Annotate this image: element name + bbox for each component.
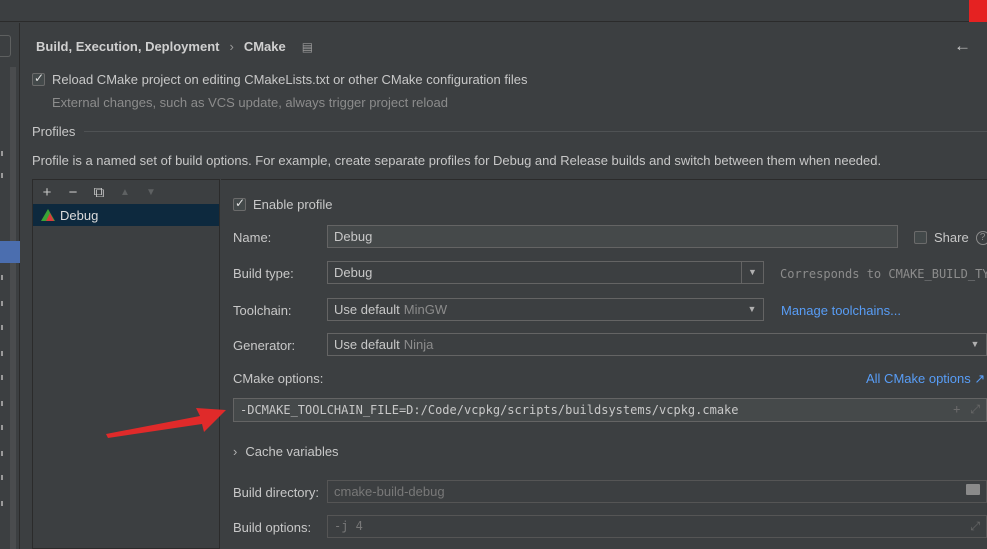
build-options-value: -j 4 bbox=[334, 519, 363, 533]
generator-value: Use default bbox=[334, 337, 400, 352]
build-type-select[interactable]: Debug ▼ bbox=[327, 261, 764, 284]
toolchain-label: Toolchain: bbox=[233, 303, 292, 318]
generator-sub: Ninja bbox=[403, 337, 434, 352]
settings-tree-pane bbox=[0, 23, 20, 549]
breadcrumb-parent[interactable]: Build, Execution, Deployment bbox=[36, 39, 219, 54]
build-type-note-text: Corresponds to CMAKE_BUILD_TYPE bbox=[780, 267, 987, 281]
move-up-icon[interactable]: ▲ bbox=[117, 187, 133, 198]
enable-profile-label: Enable profile bbox=[253, 197, 333, 212]
build-directory-field[interactable]: cmake-build-debug bbox=[327, 480, 987, 503]
expand-icon[interactable]: ⤢ bbox=[970, 402, 980, 417]
breadcrumb-current: CMake bbox=[243, 39, 286, 54]
breadcrumb-separator: › bbox=[229, 39, 234, 54]
generator-select[interactable]: Use default Ninja ▼ bbox=[327, 333, 987, 356]
reload-checkbox[interactable] bbox=[32, 71, 45, 86]
name-field[interactable]: Debug bbox=[327, 225, 898, 248]
settings-tree-scrollbar[interactable] bbox=[10, 67, 16, 549]
field-actions: ⤢ bbox=[970, 519, 980, 534]
arrow-left-icon[interactable]: ← bbox=[954, 36, 971, 56]
tree-item-marker bbox=[0, 501, 3, 506]
build-directory-value: cmake-build-debug bbox=[334, 484, 445, 499]
build-type-value: Debug bbox=[334, 265, 373, 280]
generator-label: Generator: bbox=[233, 338, 296, 353]
profile-detail-panel: Enable profile Name: Debug Share ? Build… bbox=[221, 179, 987, 549]
reload-cmake-option[interactable]: Reload CMake project on editing CMakeLis… bbox=[32, 71, 528, 87]
settings-tree-selected-item[interactable] bbox=[0, 241, 20, 263]
name-label: Name: bbox=[233, 230, 272, 245]
share-checkbox[interactable] bbox=[914, 231, 927, 244]
enable-profile-checkbox[interactable] bbox=[233, 196, 246, 211]
toolchain-select[interactable]: Use default MinGW ▼ bbox=[327, 298, 764, 321]
profile-list-item[interactable]: Debug bbox=[33, 204, 219, 226]
window-close-corner[interactable] bbox=[969, 0, 987, 22]
plus-icon[interactable]: + bbox=[953, 402, 960, 417]
chevron-right-icon: › bbox=[233, 444, 238, 459]
manage-toolchains-link[interactable]: Manage toolchains... bbox=[781, 303, 901, 318]
cmake-icon bbox=[41, 209, 55, 221]
share-label: Share bbox=[934, 230, 969, 245]
cache-variables-toggle[interactable]: › Cache variables bbox=[233, 444, 339, 459]
help-icon[interactable]: ? bbox=[975, 230, 987, 245]
cmake-options-field[interactable]: -DCMAKE_TOOLCHAIN_FILE=D:/Code/vcpkg/scr… bbox=[233, 398, 987, 422]
expand-icon[interactable]: ⤢ bbox=[970, 519, 980, 534]
build-type-label: Build type: bbox=[233, 266, 294, 281]
build-directory-label: Build directory: bbox=[233, 485, 319, 500]
chevron-down-icon[interactable]: ▼ bbox=[741, 262, 763, 283]
chevron-down-icon[interactable]: ▼ bbox=[964, 334, 986, 355]
tree-item-marker bbox=[0, 173, 3, 178]
cmake-options-value: -DCMAKE_TOOLCHAIN_FILE=D:/Code/vcpkg/scr… bbox=[240, 403, 739, 417]
tree-item-marker bbox=[0, 451, 3, 456]
page-icon: ▤ bbox=[301, 39, 314, 54]
build-type-note: Corresponds to CMAKE_BUILD_TYPE bbox=[780, 266, 987, 281]
reload-hint: External changes, such as VCS update, al… bbox=[52, 95, 448, 110]
field-actions: + ⤢ bbox=[953, 402, 980, 417]
enable-profile-option[interactable]: Enable profile bbox=[233, 196, 333, 212]
build-options-field[interactable]: -j 4 ⤢ bbox=[327, 515, 987, 538]
search-field-stub[interactable] bbox=[0, 35, 11, 57]
profiles-description: Profile is a named set of build options.… bbox=[32, 153, 882, 168]
tree-item-marker bbox=[0, 275, 3, 280]
chevron-down-icon[interactable]: ▼ bbox=[741, 299, 763, 320]
profiles-toolbar: + − ⧉ ▲ ▼ bbox=[33, 180, 219, 204]
tree-item-marker bbox=[0, 401, 3, 406]
tree-item-marker bbox=[0, 151, 3, 156]
section-divider bbox=[84, 131, 987, 132]
cmake-options-label: CMake options: bbox=[233, 371, 324, 386]
tree-item-marker bbox=[0, 301, 3, 306]
minus-icon[interactable]: − bbox=[65, 184, 81, 201]
annotation-arrow-shape bbox=[106, 408, 226, 438]
plus-icon[interactable]: + bbox=[39, 184, 55, 201]
share-option[interactable]: Share ? bbox=[914, 230, 987, 245]
folder-icon[interactable] bbox=[966, 484, 980, 495]
profile-name-label: Debug bbox=[60, 207, 99, 223]
tree-item-marker bbox=[0, 475, 3, 480]
tree-item-marker bbox=[0, 351, 3, 356]
profiles-section-title: Profiles bbox=[32, 124, 76, 139]
tree-item-marker bbox=[0, 425, 3, 430]
tree-item-marker bbox=[0, 375, 3, 380]
title-bar bbox=[0, 0, 987, 22]
all-cmake-options-link[interactable]: All CMake options ↗ bbox=[866, 371, 985, 387]
copy-icon[interactable]: ⧉ bbox=[91, 184, 107, 201]
move-down-icon[interactable]: ▼ bbox=[143, 187, 159, 198]
cache-variables-label: Cache variables bbox=[245, 444, 339, 459]
profiles-list-panel: + − ⧉ ▲ ▼ Debug bbox=[32, 179, 220, 549]
build-options-label: Build options: bbox=[233, 520, 312, 535]
toolchain-value: Use default bbox=[334, 302, 400, 317]
tree-item-marker bbox=[0, 325, 3, 330]
toolchain-sub: MinGW bbox=[403, 302, 448, 317]
breadcrumb: Build, Execution, Deployment › CMake ▤ bbox=[36, 39, 313, 54]
reload-label: Reload CMake project on editing CMakeLis… bbox=[52, 72, 528, 87]
annotation-arrow bbox=[106, 408, 226, 438]
